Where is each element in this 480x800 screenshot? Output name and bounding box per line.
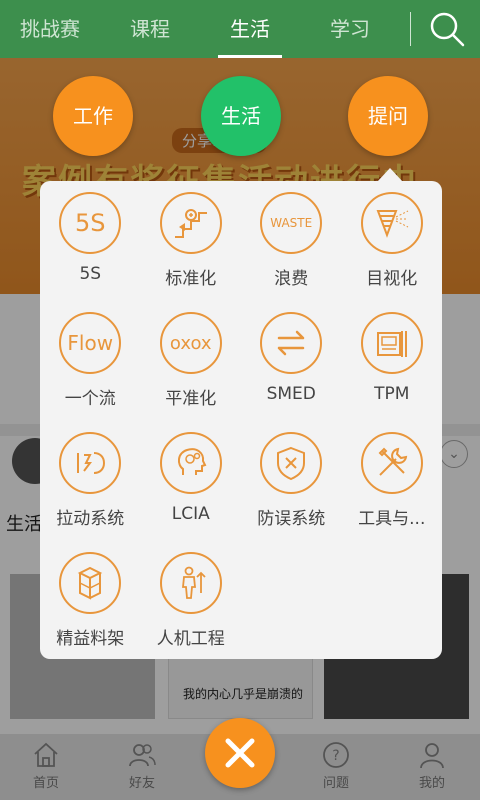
menu-item-label: 精益料架: [56, 629, 125, 649]
menu-item-label: 5S: [79, 264, 102, 284]
tab-courses[interactable]: 课程: [100, 0, 200, 58]
nav-divider: [410, 12, 411, 46]
menu-item-visualization[interactable]: 目视化: [342, 192, 443, 312]
menu-item-label: TPM: [374, 384, 410, 404]
menu-item-label: SMED: [266, 384, 316, 404]
close-button[interactable]: [205, 718, 275, 788]
menu-item-label: LCIA: [171, 504, 210, 524]
error-proofing-icon: [260, 432, 323, 494]
menu-item-flow[interactable]: Flow 一个流: [40, 312, 141, 432]
top-nav: 挑战赛 课程 生活 学习: [0, 0, 480, 58]
ergonomics-icon: [159, 552, 222, 614]
5s-icon: 5S: [59, 192, 122, 254]
menu-item-label: 一个流: [64, 389, 116, 409]
menu-item-label: 防误系统: [257, 509, 326, 529]
tab-challenge[interactable]: 挑战赛: [0, 0, 100, 58]
lcia-icon: [159, 432, 222, 494]
menu-item-ergonomics[interactable]: 人机工程: [141, 552, 242, 672]
menu-item-label: 目视化: [366, 269, 418, 289]
menu-item-label: 工具与...: [358, 509, 426, 529]
visualization-icon: [360, 192, 423, 254]
menu-item-leveling[interactable]: oxox 平准化: [141, 312, 242, 432]
leveling-icon: oxox: [159, 312, 222, 374]
menu-item-label: 标准化: [165, 269, 217, 289]
menu-item-lcia[interactable]: LCIA: [141, 432, 242, 552]
flow-icon: Flow: [59, 312, 122, 374]
close-icon: [225, 738, 255, 768]
waste-icon: WASTE: [260, 192, 323, 254]
tools-icon: [360, 432, 423, 494]
menu-item-standardization[interactable]: 标准化: [141, 192, 242, 312]
standardization-icon: [159, 192, 222, 254]
search-icon: [430, 12, 465, 47]
menu-item-label: 人机工程: [156, 629, 225, 649]
menu-item-label: 平准化: [165, 389, 217, 409]
category-life-button[interactable]: 生活: [201, 76, 281, 156]
menu-item-5s[interactable]: 5S 5S: [40, 192, 141, 312]
tpm-icon: [360, 312, 423, 374]
tab-study[interactable]: 学习: [300, 0, 400, 58]
tab-life[interactable]: 生活: [200, 0, 300, 58]
menu-item-error-proofing[interactable]: 防误系统: [241, 432, 342, 552]
pull-system-icon: [59, 432, 122, 494]
menu-item-label: 浪费: [274, 269, 309, 289]
menu-item-tools[interactable]: 工具与...: [342, 432, 443, 552]
smed-icon: [260, 312, 323, 374]
menu-item-pull-system[interactable]: 拉动系统: [40, 432, 141, 552]
menu-item-tpm[interactable]: TPM: [342, 312, 443, 432]
menu-item-label: 拉动系统: [56, 509, 125, 529]
category-work-button[interactable]: 工作: [53, 76, 133, 156]
lean-rack-icon: [59, 552, 122, 614]
search-button[interactable]: [428, 10, 466, 48]
category-ask-button[interactable]: 提问: [348, 76, 428, 156]
menu-item-lean-rack[interactable]: 精益料架: [40, 552, 141, 672]
menu-item-smed[interactable]: SMED: [241, 312, 342, 432]
menu-item-waste[interactable]: WASTE 浪费: [241, 192, 342, 312]
panel-pointer: [377, 168, 403, 182]
category-menu-panel: 5S 5S 标准化 WASTE 浪费 目视化 Flow 一个流 oxox 平准化…: [40, 181, 442, 659]
